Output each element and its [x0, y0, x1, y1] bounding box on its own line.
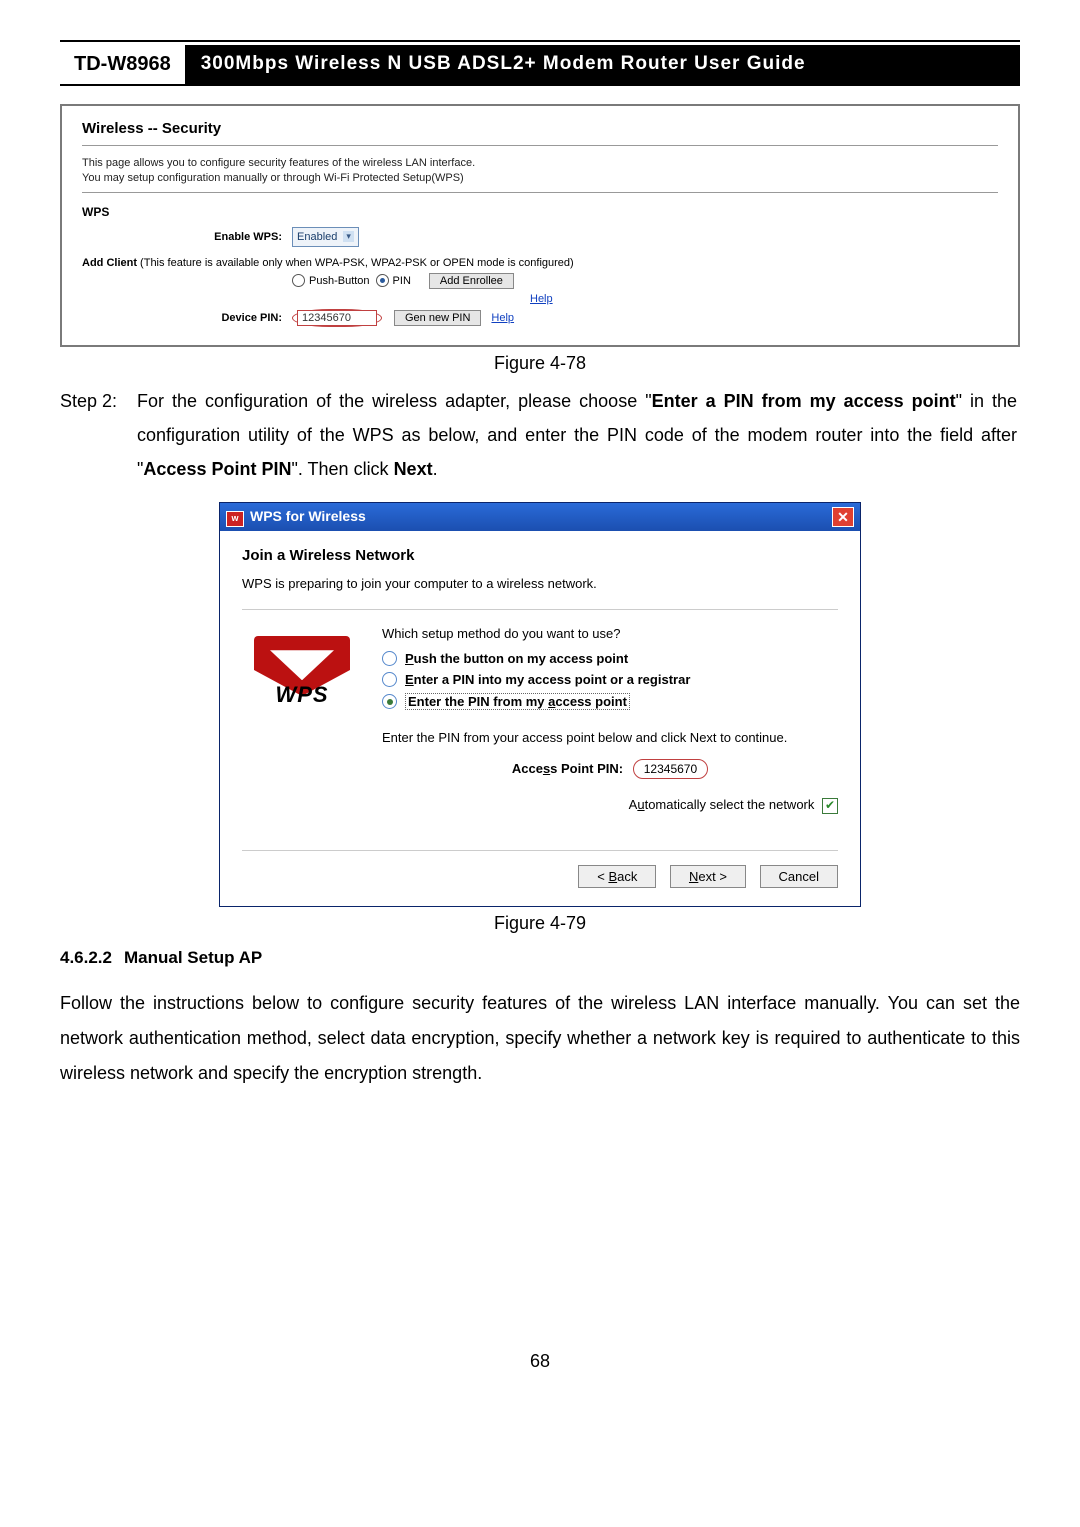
dialog-titlebar: w WPS for Wireless ✕	[220, 503, 860, 531]
step-label: Step 2:	[60, 384, 132, 418]
page-number: 68	[60, 1351, 1020, 1372]
figure-caption-79: Figure 4-79	[60, 913, 1020, 934]
cancel-button[interactable]: Cancel	[760, 865, 838, 888]
dialog-title: WPS for Wireless	[250, 508, 366, 524]
back-button[interactable]: < Back	[578, 865, 656, 888]
auto-select-checkbox[interactable]: ✔	[822, 798, 838, 814]
chevron-down-icon: ▾	[343, 231, 354, 242]
wps-heading: WPS	[82, 205, 998, 219]
wps-dialog: w WPS for Wireless ✕ Join a Wireless Netw…	[219, 502, 861, 907]
divider	[82, 145, 998, 146]
header-top-rule	[60, 40, 1020, 42]
dialog-hint: Enter the PIN from your access point bel…	[382, 730, 838, 745]
add-client-rest: (This feature is available only when WPA…	[137, 257, 574, 269]
radio-icon	[292, 274, 305, 287]
method-row: Push-Button PIN Add Enrollee	[82, 273, 998, 289]
header-model: TD-W8968	[60, 45, 185, 84]
add-client-note: Add Client (This feature is available on…	[82, 257, 998, 269]
option-enter-pin-ap[interactable]: Enter the PIN from my access point	[382, 693, 838, 710]
router-security-panel: Wireless -- Security This page allows yo…	[60, 104, 1020, 347]
gen-new-pin-button[interactable]: Gen new PIN	[394, 310, 481, 326]
pin-radio[interactable]: PIN	[376, 274, 411, 287]
dialog-options: Which setup method do you want to use? P…	[382, 626, 838, 814]
step-2-block: Step 2: For the configuration of the wir…	[60, 384, 1020, 487]
help-row-1: Help	[82, 293, 998, 305]
add-enrollee-button[interactable]: Add Enrollee	[429, 273, 514, 289]
figure-caption-78: Figure 4-78	[60, 353, 1020, 374]
help-link[interactable]: Help	[491, 312, 514, 324]
divider	[82, 192, 998, 193]
step-text: For the configuration of the wireless ad…	[137, 384, 1017, 487]
pushbutton-radio[interactable]: Push-Button	[292, 274, 370, 287]
panel-desc-2: You may setup configuration manually or …	[82, 171, 998, 186]
enable-wps-select[interactable]: Enabled ▾	[292, 227, 359, 247]
radio-icon	[382, 672, 397, 687]
dialog-subtext: WPS is preparing to join your computer t…	[242, 576, 838, 591]
dialog-body: Join a Wireless Network WPS is preparing…	[220, 531, 860, 906]
section-title: Manual Setup AP	[124, 948, 262, 967]
wps-badge-icon: WPS	[254, 636, 350, 716]
header-bar: TD-W8968 300Mbps Wireless N USB ADSL2+ M…	[60, 45, 1020, 86]
wps-logo: WPS	[242, 626, 362, 726]
option-enter-pin-registrar[interactable]: Enter a PIN into my access point or a re…	[382, 672, 838, 687]
auto-select-row: Automatically select the network ✔	[382, 797, 838, 814]
device-pin-input[interactable]	[297, 310, 377, 326]
enable-wps-value: Enabled	[297, 231, 337, 243]
dialog-mid: WPS Which setup method do you want to us…	[242, 609, 838, 851]
access-point-pin-row: Access Point PIN: 12345670	[382, 759, 838, 779]
section-number: 4.6.2.2	[60, 948, 112, 967]
dialog-buttons: < Back Next > Cancel	[242, 851, 838, 888]
panel-desc-1: This page allows you to configure securi…	[82, 156, 998, 171]
section-heading: 4.6.2.2 Manual Setup AP	[60, 948, 1020, 968]
close-icon[interactable]: ✕	[832, 507, 854, 527]
help-link[interactable]: Help	[530, 293, 553, 305]
header-title: 300Mbps Wireless N USB ADSL2+ Modem Rout…	[185, 45, 1020, 84]
device-pin-label: Device PIN:	[82, 312, 292, 324]
auto-select-label: Automatically select the network	[629, 797, 815, 812]
section-paragraph: Follow the instructions below to configu…	[60, 986, 1020, 1091]
panel-title: Wireless -- Security	[82, 120, 998, 137]
option-push-button[interactable]: Push the button on my access point	[382, 651, 838, 666]
enable-wps-label: Enable WPS:	[82, 231, 292, 243]
add-client-label: Add Client	[82, 257, 137, 269]
next-button[interactable]: Next >	[670, 865, 746, 888]
radio-icon	[376, 274, 389, 287]
device-pin-row: Device PIN: Gen new PIN Help	[82, 309, 998, 327]
radio-icon	[382, 651, 397, 666]
wps-app-icon: w	[226, 511, 244, 527]
dialog-heading: Join a Wireless Network	[242, 547, 838, 564]
device-pin-highlight	[292, 309, 382, 327]
access-point-pin-label: Access Point PIN:	[512, 761, 623, 776]
dialog-question: Which setup method do you want to use?	[382, 626, 838, 641]
radio-icon	[382, 694, 397, 709]
access-point-pin-input[interactable]: 12345670	[633, 759, 708, 779]
enable-wps-row: Enable WPS: Enabled ▾	[82, 227, 998, 247]
